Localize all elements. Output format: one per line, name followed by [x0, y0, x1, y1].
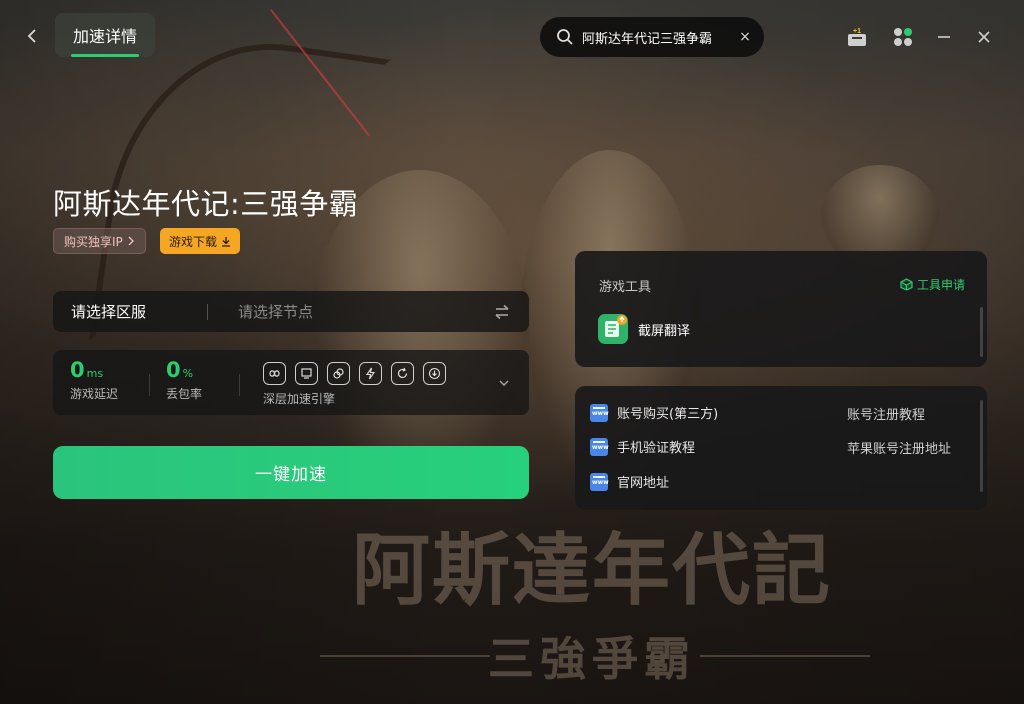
chevron-left-icon [27, 29, 36, 43]
minimize-icon [938, 36, 950, 38]
buy-dedicated-ip-button[interactable]: 购买独享IP [53, 228, 146, 254]
link-account-purchase[interactable]: www 账号购买(第三方) [590, 403, 718, 422]
buy-ip-label: 购买独享IP [64, 234, 123, 249]
link-label: 账号购买(第三方) [617, 407, 719, 422]
close-icon [978, 31, 990, 43]
game-title: 阿斯达年代记:三强争霸 [53, 187, 359, 221]
search-input[interactable]: 阿斯达年代记三强争霸 [582, 28, 738, 47]
chevron-right-icon [128, 236, 134, 246]
download-circle-icon[interactable] [423, 362, 446, 385]
gift-box-icon: +1 [848, 28, 866, 46]
swap-arrows-icon[interactable] [493, 303, 511, 321]
search-box[interactable]: 阿斯达年代记三强争霸 × [540, 17, 764, 57]
one-click-accelerate-button[interactable]: 一键加速 [53, 446, 529, 499]
tool-apply-link[interactable]: 工具申请 [900, 276, 965, 293]
refresh-icon[interactable] [391, 362, 414, 385]
link-apple-account-register[interactable]: 苹果账号注册地址 [847, 438, 951, 457]
screenshot-translate-icon [597, 313, 629, 345]
apps-button[interactable] [892, 26, 914, 48]
region-select[interactable]: 请选择区服 [71, 301, 207, 322]
selector-divider [207, 303, 208, 320]
latency-value: 0 [70, 358, 85, 382]
stats-panel: 0 ms 游戏延迟 0% 丢包率 深层加速引擎 [53, 350, 529, 415]
game-tools-header: 游戏工具 [599, 280, 652, 295]
web-link-icon: www [590, 472, 609, 491]
clear-search-button[interactable]: × [738, 29, 752, 45]
download-label: 游戏下载 [169, 234, 218, 249]
engine-icons [263, 362, 446, 385]
game-download-button[interactable]: 游戏下载 [160, 228, 241, 254]
link-icon[interactable] [327, 362, 350, 385]
latency-stat: 0 ms 游戏延迟 [70, 360, 118, 402]
packet-loss-unit: % [182, 367, 194, 380]
tool-item-label: 截屏翻译 [638, 323, 691, 339]
tools-scrollbar[interactable] [980, 307, 983, 357]
tool-item-screenshot-translate[interactable]: 截屏翻译 [597, 313, 690, 345]
link-phone-verify-tutorial[interactable]: www 手机验证教程 [590, 437, 695, 456]
link-official-site[interactable]: www 官网地址 [590, 472, 669, 491]
search-icon [557, 29, 573, 45]
packet-loss-value: 0 [166, 358, 181, 382]
game-links-panel: www 账号购买(第三方) www 手机验证教程 www 官网地址 账号注册教程… [575, 386, 987, 510]
stat-divider [239, 374, 240, 396]
links-scrollbar[interactable] [980, 400, 983, 492]
svg-text:+1: +1 [853, 28, 861, 35]
cube-icon [900, 278, 913, 291]
apps-grid-icon [894, 28, 912, 46]
tab-acceleration-details[interactable]: 加速详情 [55, 13, 155, 57]
web-link-icon: www [590, 437, 609, 456]
minimize-button[interactable] [933, 26, 955, 48]
server-node-selector[interactable]: 请选择区服 请选择节点 [53, 291, 529, 332]
loop-icon[interactable] [263, 362, 286, 385]
packet-loss-stat: 0% 丢包率 [166, 360, 202, 402]
node-select[interactable]: 请选择节点 [238, 301, 493, 322]
latency-label: 游戏延迟 [70, 387, 119, 401]
web-link-icon: www [590, 403, 609, 422]
bolt-icon[interactable] [359, 362, 382, 385]
game-tools-panel: 游戏工具 工具申请 截屏翻译 [575, 251, 987, 367]
game-logo-main: 阿斯達年代記 [351, 525, 832, 616]
download-arrow-icon [222, 236, 231, 247]
tool-apply-label: 工具申请 [916, 278, 965, 292]
link-account-register-tutorial[interactable]: 账号注册教程 [847, 404, 925, 423]
engine-label: 深层加速引擎 [263, 392, 336, 406]
stat-divider [149, 374, 150, 396]
game-logo-sub: 三強爭霸 [488, 632, 696, 686]
latency-unit: ms [86, 367, 104, 380]
screen-icon[interactable] [295, 362, 318, 385]
link-label: 手机验证教程 [617, 441, 696, 456]
back-button[interactable] [22, 24, 42, 48]
close-window-button[interactable] [973, 26, 995, 48]
sign-in-bonus-button[interactable]: +1 [846, 26, 868, 48]
chevron-down-icon[interactable] [497, 376, 511, 390]
link-label: 官网地址 [617, 476, 670, 491]
packet-loss-label: 丢包率 [166, 387, 203, 401]
